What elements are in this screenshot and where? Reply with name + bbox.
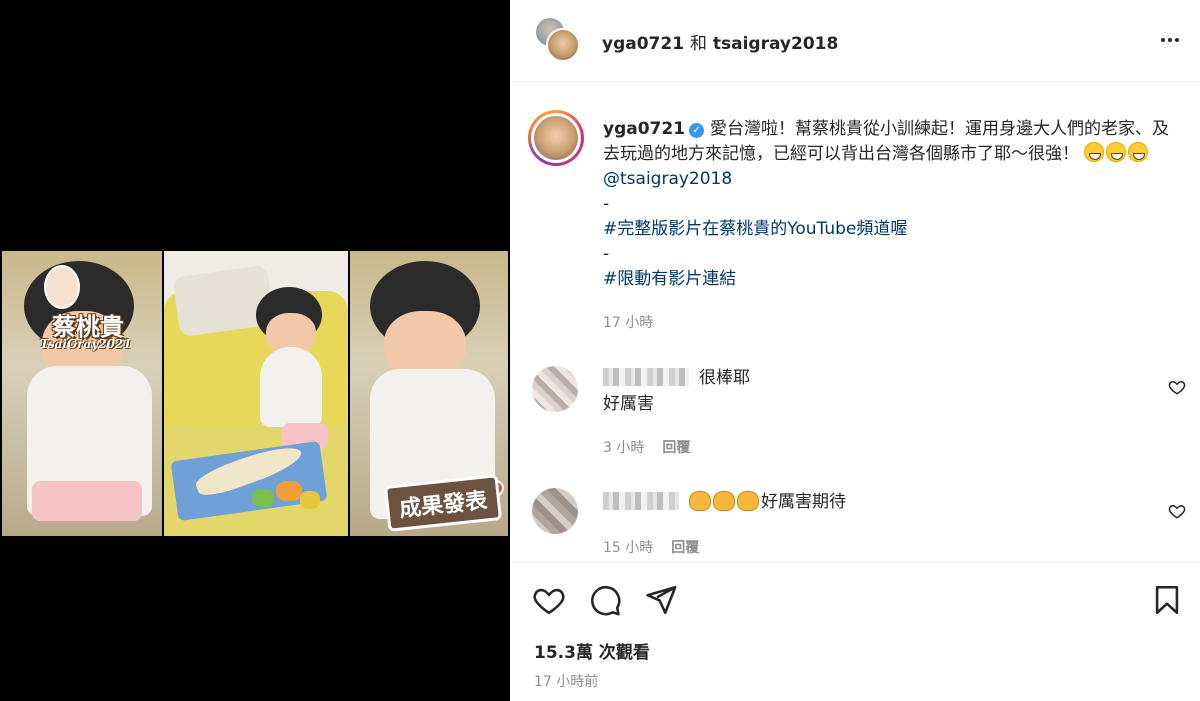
child-shirt	[260, 347, 322, 427]
heart-icon[interactable]	[1168, 502, 1186, 520]
avatar	[534, 116, 578, 160]
collab-usernames: yga0721 和 tsaigray2018	[602, 29, 838, 54]
baby-mascot-icon	[44, 265, 80, 309]
commenter-username[interactable]	[603, 368, 689, 386]
commenter-avatar[interactable]	[532, 366, 578, 412]
post-side-panel: yga0721 和 tsaigray2018 yga0721 ✓ 愛台灣啦！幫蔡桃貴…	[510, 0, 1200, 701]
puzzle-piece	[276, 481, 302, 501]
reply-button[interactable]: 回覆	[662, 440, 690, 456]
grin-emoji-icon	[1084, 142, 1105, 162]
view-count-number: 15.3萬	[534, 643, 593, 663]
reply-button[interactable]: 回覆	[671, 540, 699, 556]
child-shorts	[32, 481, 142, 521]
heart-icon[interactable]	[1168, 378, 1186, 396]
view-count-unit: 次觀看	[598, 643, 650, 663]
logo-subtext: TsaiGray2021	[40, 337, 132, 351]
video-frame-center	[164, 251, 348, 536]
collab-and: 和	[689, 34, 707, 54]
clapping-hands-icon	[713, 491, 735, 511]
comment-meta: 3 小時 回覆	[603, 437, 690, 457]
caption-text: yga0721 ✓ 愛台灣啦！幫蔡桃貴從小訓練起！運用身邊大人們的老家、及去玩過的地…	[603, 117, 1178, 292]
video-collage[interactable]: 蔡桃貴 TsaiGray2021 成果發表	[2, 251, 508, 536]
comment-text: 好厲害期待	[603, 490, 1143, 515]
action-bar	[510, 562, 1200, 634]
puzzle-piece	[300, 491, 320, 509]
video-frame-left: 蔡桃貴 TsaiGray2021	[2, 251, 162, 536]
video-frame-right: 成果發表	[350, 251, 508, 536]
verified-badge-icon: ✓	[689, 123, 705, 138]
post-header: yga0721 和 tsaigray2018	[510, 0, 1200, 82]
comment-time: 15 小時	[603, 540, 654, 556]
username-link-2[interactable]: tsaigray2018	[713, 34, 838, 54]
view-count[interactable]: 15.3萬 次觀看	[534, 638, 650, 663]
comment-body: 好厲害期待	[761, 492, 846, 512]
username-link-1[interactable]: yga0721	[602, 34, 684, 54]
hashtag-link-2[interactable]: #限動有影片連結	[603, 269, 736, 289]
comment-meta: 15 小時 回覆	[603, 537, 699, 557]
comment-icon[interactable]	[588, 583, 622, 617]
comment-text-line2: 好厲害	[603, 394, 654, 414]
comment-time: 3 小時	[603, 440, 645, 456]
commenter-avatar[interactable]	[532, 488, 578, 534]
grin-emoji-icon	[1128, 142, 1149, 162]
collab-avatars[interactable]	[534, 16, 582, 64]
caption-username[interactable]: yga0721	[603, 119, 685, 139]
story-ring-avatar[interactable]	[528, 110, 584, 166]
separator: -	[603, 194, 610, 214]
heart-icon[interactable]	[532, 583, 566, 617]
hashtag-link-1[interactable]: #完整版影片在蔡桃貴的YouTube頻道喔	[603, 219, 907, 239]
caption-body: 愛台灣啦！幫蔡桃貴從小訓練起！運用身邊大人們的老家、及去玩過的地方來記憶，已經可…	[603, 119, 1170, 164]
channel-logo: 蔡桃貴 TsaiGray2021	[22, 265, 142, 351]
caption-time: 17 小時	[603, 315, 654, 331]
mention-link[interactable]: @tsaigray2018	[603, 169, 732, 189]
clapping-hands-icon	[689, 491, 711, 511]
separator: -	[603, 244, 610, 264]
clapping-hands-icon	[737, 491, 759, 511]
comment-body: 很棒耶	[699, 368, 750, 388]
avatar-tsaigray2018[interactable]	[546, 28, 580, 62]
more-options-icon[interactable]	[1156, 28, 1184, 52]
post-media[interactable]: 蔡桃貴 TsaiGray2021 成果發表	[0, 0, 510, 701]
post-timestamp[interactable]: 17 小時前	[534, 671, 598, 691]
paper-plane-icon[interactable]	[644, 583, 678, 617]
commenter-username[interactable]	[603, 492, 679, 510]
grin-emoji-icon	[1106, 142, 1127, 162]
puzzle-piece	[252, 489, 274, 507]
bookmark-icon[interactable]	[1150, 583, 1184, 617]
comment-text: 很棒耶	[603, 366, 1143, 391]
